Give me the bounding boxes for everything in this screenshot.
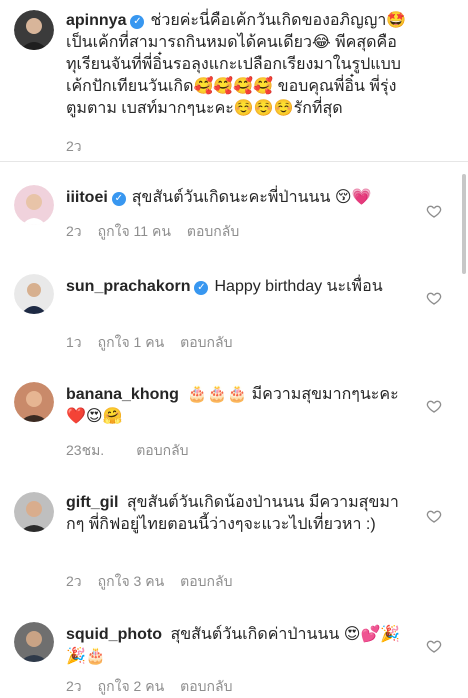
comment-avatar[interactable] — [14, 492, 54, 532]
verified-badge-icon: ✓ — [130, 15, 145, 29]
comment-meta: 2ว ถูกใจ 3 คน ตอบกลับ — [66, 571, 249, 593]
comment-likes[interactable]: ถูกใจ 11 คน — [98, 223, 171, 239]
comment-time: 2ว — [66, 678, 82, 694]
comment-avatar[interactable] — [14, 382, 54, 422]
verified-badge-icon: ✓ — [194, 281, 209, 295]
comment-row: squid_photo สุขสันต์วันเกิดค่าป่านนน 😍💕🎉… — [0, 612, 468, 696]
comment-username[interactable]: gift_gil — [66, 494, 118, 511]
comment-row: sun_prachakorn ✓ Happy birthday นะเพื่อน 1… — [0, 264, 468, 364]
reply-button[interactable]: ตอบกลับ — [180, 678, 232, 694]
comment-time: 2ว — [66, 223, 82, 239]
like-heart-icon[interactable] — [426, 508, 442, 524]
verified-badge-icon: ✓ — [111, 192, 126, 206]
comment-row: iiitoei ✓ สุขสันต์วันเกิดนะคะพี่ป่านนน 😚💗 … — [0, 175, 468, 255]
comment-username[interactable]: sun_prachakorn — [66, 278, 190, 295]
reply-button[interactable]: ตอบกลับ — [136, 442, 188, 458]
comment-body: Happy birthday นะเพื่อน — [214, 278, 383, 295]
comment-meta: 23ชม. ตอบกลับ — [66, 440, 205, 462]
like-heart-icon[interactable] — [426, 290, 442, 306]
comment-time: 23ชม. — [66, 442, 105, 458]
comment-avatar[interactable] — [14, 274, 54, 314]
comment-meta: 1ว ถูกใจ 1 คน ตอบกลับ — [66, 332, 249, 354]
caption-meta: 2ว — [66, 136, 98, 158]
comment-username[interactable]: banana_khong — [66, 386, 179, 403]
comment-row: banana_khong 🎂🎂🎂 มีความสุขมากๆนะคะ❤️😍🤗 2… — [0, 372, 468, 472]
scrollbar[interactable] — [462, 174, 466, 274]
comment-username[interactable]: squid_photo — [66, 626, 162, 643]
caption-text: apinnya ✓ ช่วยค่ะนี่คือเค้กวันเกิดของอภิญญ… — [66, 10, 416, 120]
like-heart-icon[interactable] — [426, 203, 442, 219]
like-heart-icon[interactable] — [426, 398, 442, 414]
comment-row: gift_gil สุขสันต์วันเกิดน้องป่านนน มีควา… — [0, 482, 468, 602]
reply-button[interactable]: ตอบกลับ — [180, 573, 232, 589]
post-caption: apinnya ✓ ช่วยค่ะนี่คือเค้กวันเกิดของอภิญญ… — [0, 0, 468, 162]
comment-username[interactable]: iiitoei — [66, 189, 108, 206]
comment-text: iiitoei ✓ สุขสันต์วันเกิดนะคะพี่ป่านนน 😚💗 — [66, 187, 416, 209]
like-heart-icon[interactable] — [426, 638, 442, 654]
caption-avatar[interactable] — [14, 10, 54, 50]
comment-likes[interactable]: ถูกใจ 3 คน — [98, 573, 165, 589]
comment-body: สุขสันต์วันเกิดนะคะพี่ป่านนน 😚💗 — [131, 189, 372, 206]
reply-button[interactable]: ตอบกลับ — [187, 223, 239, 239]
comment-time: 2ว — [66, 573, 82, 589]
comment-text: gift_gil สุขสันต์วันเกิดน้องป่านนน มีควา… — [66, 492, 416, 536]
caption-time: 2ว — [66, 138, 82, 154]
comment-text: banana_khong 🎂🎂🎂 มีความสุขมากๆนะคะ❤️😍🤗 — [66, 384, 416, 428]
comment-meta: 2ว ถูกใจ 2 คน ตอบกลับ — [66, 676, 249, 698]
comment-avatar[interactable] — [14, 622, 54, 662]
caption-username[interactable]: apinnya — [66, 12, 126, 29]
comment-avatar[interactable] — [14, 185, 54, 225]
comment-time: 1ว — [66, 334, 82, 350]
comment-text: sun_prachakorn ✓ Happy birthday นะเพื่อน — [66, 276, 416, 298]
comment-text: squid_photo สุขสันต์วันเกิดค่าป่านนน 😍💕🎉… — [66, 624, 416, 668]
comment-likes[interactable]: ถูกใจ 2 คน — [98, 678, 165, 694]
comment-meta: 2ว ถูกใจ 11 คน ตอบกลับ — [66, 221, 255, 243]
reply-button[interactable]: ตอบกลับ — [180, 334, 232, 350]
comment-likes[interactable]: ถูกใจ 1 คน — [98, 334, 165, 350]
